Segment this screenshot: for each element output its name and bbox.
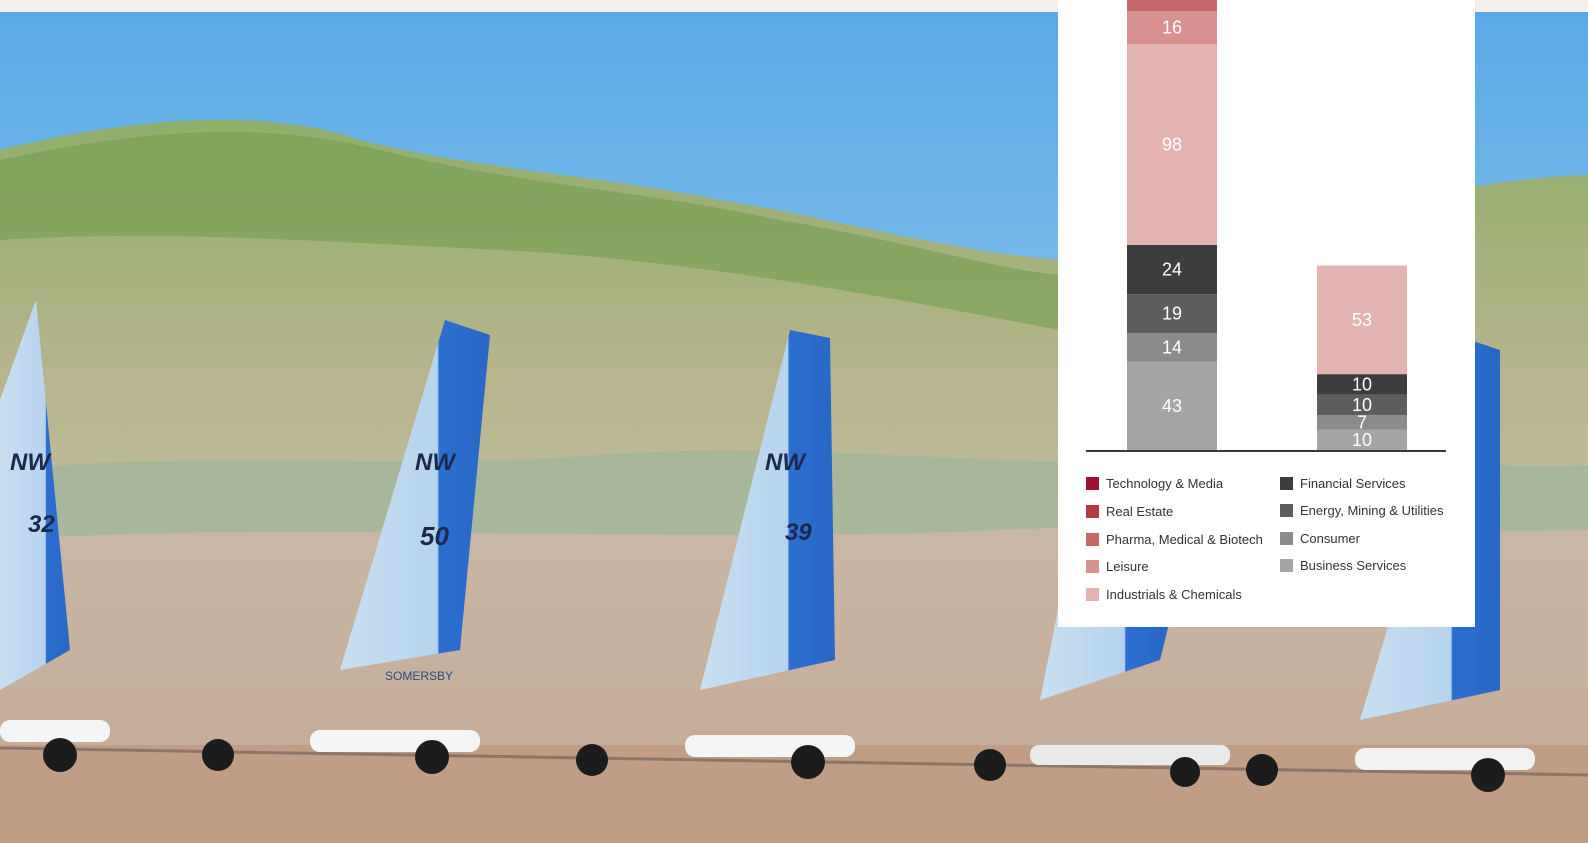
legend-label: Energy, Mining & Utilities [1300,503,1444,518]
bar-value-label: 53 [1352,310,1372,330]
svg-text:32: 32 [28,511,55,538]
legend-item-financial-services: Financial Services [1280,476,1406,491]
legend-swatch [1086,533,1099,546]
legend-swatch [1086,560,1099,573]
legend-label: Industrials & Chemicals [1106,587,1242,602]
bar-value-label: 10 [1352,374,1372,394]
bar-value-label: 98 [1162,135,1182,155]
legend-item-industrials: Industrials & Chemicals [1086,587,1242,602]
legend-item-leisure: Leisure [1086,559,1149,574]
chart-panel: 43 14 19 24 98 16 10 7 10 10 53 Technology & Media… [1058,0,1475,627]
svg-text:NW: NW [10,449,52,476]
svg-text:NW: NW [415,449,457,476]
bar-segment-cutoff [1127,0,1217,12]
legend-item-business-services: Business Services [1280,558,1406,573]
bar-value-label: 43 [1162,396,1182,416]
legend-swatch [1280,504,1293,517]
legend-item-technology-media: Technology & Media [1086,476,1223,491]
legend-swatch [1086,588,1099,601]
bar-value-label: 16 [1162,18,1182,38]
bar-value-label: 10 [1352,395,1372,415]
svg-text:SOMERSBY: SOMERSBY [385,669,453,683]
legend-label: Business Services [1300,558,1407,573]
legend-label: Financial Services [1300,476,1406,491]
legend-swatch [1280,477,1293,490]
legend-label: Leisure [1106,559,1149,574]
legend-item-real-estate: Real Estate [1086,504,1173,519]
svg-text:50: 50 [420,521,449,551]
svg-text:NW: NW [765,449,807,476]
bar-value-label: 14 [1162,338,1182,358]
legend-label: Consumer [1300,531,1360,546]
legend-swatch [1086,477,1099,490]
bar-value-label: 24 [1162,260,1182,280]
bar-value-label: 10 [1352,430,1372,450]
legend-item-energy: Energy, Mining & Utilities [1280,503,1444,518]
legend-label: Technology & Media [1106,476,1224,491]
legend-swatch [1280,532,1293,545]
legend-swatch [1086,505,1099,518]
legend-item-consumer: Consumer [1280,531,1360,546]
legend-label: Real Estate [1106,504,1174,519]
bar-value-label: 7 [1357,412,1367,432]
svg-text:39: 39 [785,519,812,546]
legend-swatch [1280,559,1293,572]
legend-label: Pharma, Medical & Biotech [1106,532,1263,547]
bar-value-label: 19 [1162,304,1182,324]
legend-item-pharma: Pharma, Medical & Biotech [1086,532,1263,547]
